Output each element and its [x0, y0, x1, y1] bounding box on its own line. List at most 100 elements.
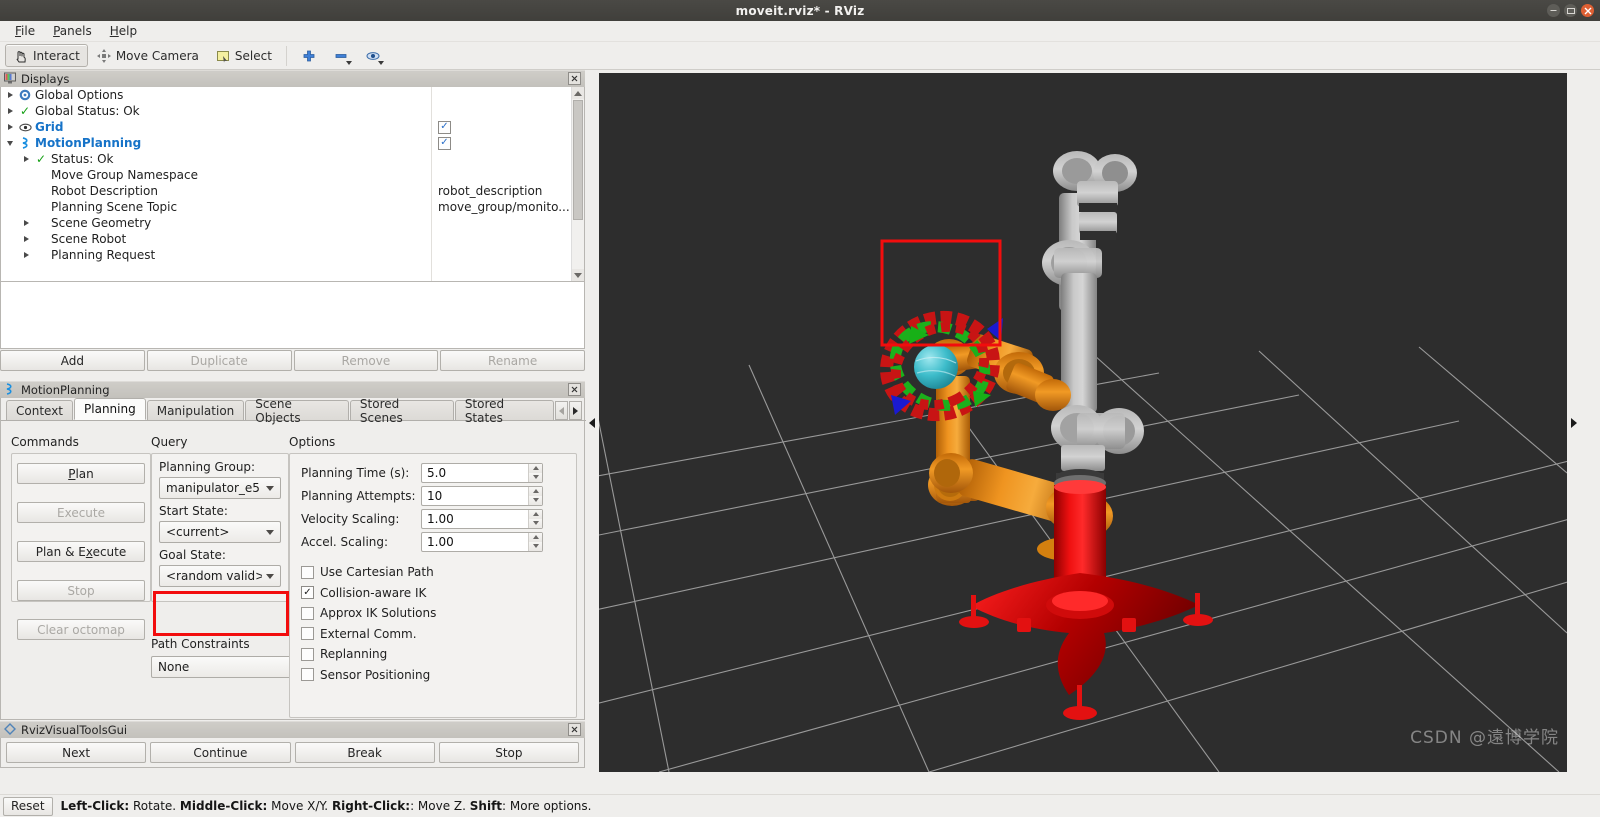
displays-tree-row[interactable]: MotionPlanning	[1, 135, 431, 151]
planning-attempts-stepper[interactable]	[528, 486, 542, 505]
accel-scaling-value[interactable]: 1.00	[422, 535, 528, 549]
menu-help[interactable]: Help	[102, 22, 145, 40]
stepper-up-button[interactable]	[529, 463, 542, 473]
stepper-up-button[interactable]	[529, 486, 542, 496]
displays-tree-row[interactable]: Planning Request	[1, 247, 431, 263]
tool-add-marker[interactable]	[293, 44, 325, 67]
plan-and-execute-button[interactable]: Plan & Execute	[17, 541, 145, 562]
velocity-scaling-stepper[interactable]	[528, 509, 542, 528]
displays-tree-values[interactable]: ✓ ✓ robot_description move_group/monito...	[432, 87, 571, 281]
displays-tree-scrollbar[interactable]	[571, 87, 584, 281]
tab-stored-scenes[interactable]: Stored Scenes	[349, 397, 454, 425]
tool-interact[interactable]: Interact	[5, 44, 88, 67]
approx-ik-solutions-checkbox[interactable]	[301, 606, 314, 620]
displays-tree-value-cell[interactable]	[432, 215, 571, 231]
collision-aware-ik-checkbox-row[interactable]: ✓ Collision-aware IK	[301, 583, 567, 604]
expand-arrow-icon[interactable]	[19, 236, 33, 242]
planning-attempts-spinbox[interactable]: 10	[421, 485, 543, 506]
reset-button[interactable]: Reset	[3, 796, 53, 816]
tab-scene-objects[interactable]: Scene Objects	[245, 397, 349, 425]
expand-arrow-icon[interactable]	[19, 156, 33, 162]
displays-tree-value-cell[interactable]: ✓	[432, 135, 571, 151]
tool-select[interactable]: Select	[207, 44, 280, 67]
tab-planning[interactable]: Planning	[74, 398, 146, 420]
displays-tree-row[interactable]: ✓ Status: Ok	[1, 151, 431, 167]
replanning-checkbox[interactable]	[301, 647, 314, 661]
duplicate-display-button[interactable]: Duplicate	[146, 350, 292, 371]
scroll-thumb[interactable]	[573, 100, 583, 220]
displays-tree-row[interactable]: Scene Robot	[1, 231, 431, 247]
stop-button[interactable]: Stop	[17, 580, 145, 601]
execute-button[interactable]: Execute	[17, 502, 145, 523]
menu-panels[interactable]: Panels	[45, 22, 100, 40]
displays-tree-value-cell[interactable]: robot_description	[432, 183, 571, 199]
tool-focus-camera[interactable]	[357, 44, 389, 67]
velocity-scaling-value[interactable]: 1.00	[422, 512, 528, 526]
planning-time-s-spinbox[interactable]: 5.0	[421, 462, 543, 483]
planning-attempts-value[interactable]: 10	[422, 489, 528, 503]
expand-arrow-icon[interactable]	[3, 92, 17, 98]
expand-arrow-icon[interactable]	[3, 108, 17, 114]
displays-tree-row[interactable]: Global Options	[1, 87, 431, 103]
displays-tree-value-cell[interactable]	[432, 247, 571, 263]
maximize-button[interactable]	[1564, 4, 1577, 17]
clear-octomap-button[interactable]: Clear octomap	[17, 619, 145, 640]
next-button[interactable]: Next	[6, 742, 147, 763]
motion-planning-tabbar[interactable]: Context Planning Manipulation Scene Objects…	[1, 397, 586, 425]
displays-tree-value-cell[interactable]	[432, 231, 571, 247]
displays-tree[interactable]: Global Options ✓ Global Status: Ok Grid Moti…	[0, 87, 585, 282]
tool-move-camera[interactable]: Move Camera	[88, 44, 207, 67]
collision-aware-ik-checkbox[interactable]: ✓	[301, 586, 314, 600]
replanning-checkbox-row[interactable]: Replanning	[301, 644, 567, 665]
menu-file[interactable]: File	[7, 22, 43, 40]
use-cartesian-path-checkbox-row[interactable]: Use Cartesian Path	[301, 562, 567, 583]
displays-tree-row[interactable]: Move Group Namespace	[1, 167, 431, 183]
break-button[interactable]: Break	[294, 742, 435, 763]
stop-button-rvt[interactable]: Stop	[438, 742, 579, 763]
expand-arrow-icon[interactable]	[3, 124, 17, 130]
motion-planning-panel-close-button[interactable]	[568, 383, 581, 396]
displays-tree-value-cell[interactable]	[432, 87, 571, 103]
tab-scroll-right-button[interactable]	[569, 401, 582, 420]
displays-tree-row[interactable]: Robot Description	[1, 183, 431, 199]
approx-ik-solutions-checkbox-row[interactable]: Approx IK Solutions	[301, 603, 567, 624]
remove-display-button[interactable]: Remove	[293, 350, 439, 371]
tab-scroll-left-button[interactable]	[555, 401, 568, 420]
tool-remove-marker[interactable]	[325, 44, 357, 67]
expand-arrow-icon[interactable]	[19, 252, 33, 258]
expand-arrow-icon[interactable]	[19, 220, 33, 226]
displays-tree-value-cell[interactable]: move_group/monito...	[432, 199, 571, 215]
displays-panel-close-button[interactable]	[568, 72, 581, 85]
tab-manipulation[interactable]: Manipulation	[146, 400, 245, 420]
stepper-up-button[interactable]	[529, 532, 542, 542]
displays-tree-value-cell[interactable]	[432, 103, 571, 119]
displays-property-editor[interactable]	[0, 282, 585, 349]
tab-context[interactable]: Context	[6, 400, 74, 420]
planning-time-s-stepper[interactable]	[528, 463, 542, 482]
external-comm-checkbox-row[interactable]: External Comm.	[301, 624, 567, 645]
stepper-down-button[interactable]	[529, 472, 542, 482]
displays-tree-row[interactable]: Grid	[1, 119, 431, 135]
scroll-up-button[interactable]	[572, 87, 584, 99]
stepper-down-button[interactable]	[529, 518, 542, 528]
continue-button[interactable]: Continue	[150, 742, 291, 763]
displays-tree-row[interactable]: ✓ Global Status: Ok	[1, 103, 431, 119]
sensor-positioning-checkbox-row[interactable]: Sensor Positioning	[301, 665, 567, 686]
start-state-select[interactable]: <current>	[159, 521, 281, 543]
close-button[interactable]	[1581, 4, 1594, 17]
displays-tree-value-cell[interactable]: ✓	[432, 119, 571, 135]
stepper-up-button[interactable]	[529, 509, 542, 519]
left-dock-collapse-handle[interactable]	[586, 73, 598, 772]
rviz-visual-tools-close-button[interactable]	[568, 723, 581, 736]
3d-viewport[interactable]: CSDN @遠博学院	[599, 73, 1567, 772]
planning-group-select[interactable]: manipulator_e5	[159, 477, 281, 499]
plan-button[interactable]: Plan	[17, 463, 145, 484]
display-enabled-checkbox[interactable]: ✓	[438, 136, 451, 150]
goal-state-select[interactable]: <random valid>	[159, 565, 281, 587]
displays-tree-names[interactable]: Global Options ✓ Global Status: Ok Grid Moti…	[1, 87, 431, 281]
planning-time-s-value[interactable]: 5.0	[422, 466, 528, 480]
use-cartesian-path-checkbox[interactable]	[301, 565, 314, 579]
minimize-button[interactable]	[1547, 4, 1560, 17]
collapse-arrow-icon[interactable]	[3, 140, 17, 146]
display-enabled-checkbox[interactable]: ✓	[438, 120, 451, 134]
